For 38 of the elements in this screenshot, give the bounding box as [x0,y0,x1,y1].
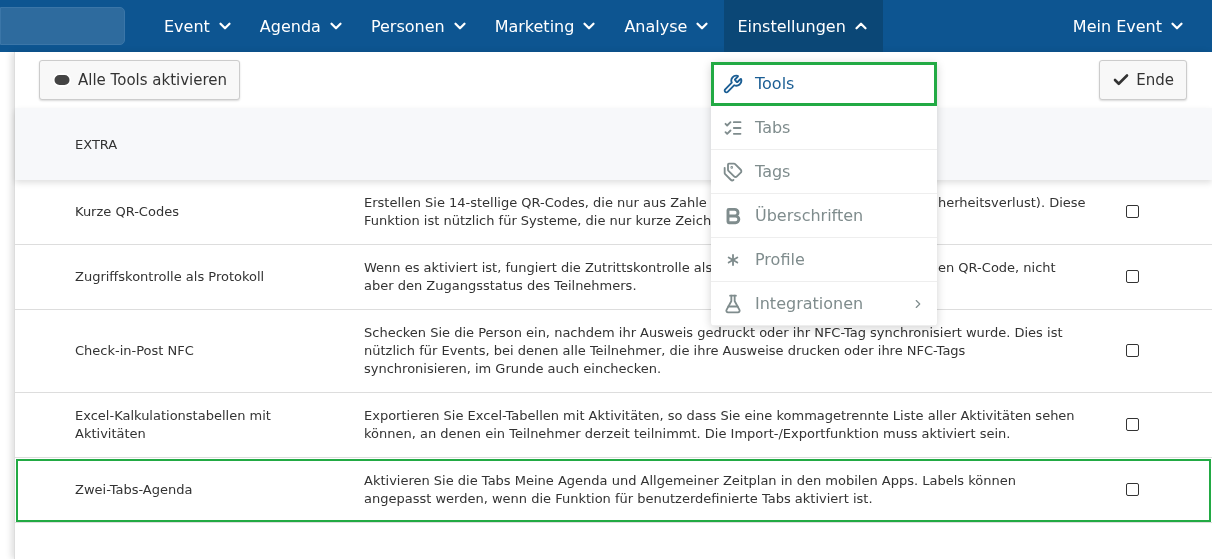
search-field[interactable] [0,7,125,45]
nav-menu[interactable]: Agenda [246,0,358,52]
wrench-icon [723,73,743,94]
checkbox[interactable] [1126,417,1139,431]
menu-item[interactable]: Tools [711,62,937,106]
tool-name: Zugriffskontrolle als Protokoll [74,268,266,286]
nav-menu[interactable]: Event [151,0,247,52]
menu-item[interactable]: Integrationen [711,282,937,326]
menu-item[interactable]: Überschriften [711,194,937,238]
tool-description: en QR-Code, nicht [938,259,1057,277]
menu-item[interactable]: Tabs [711,106,937,150]
tool-description: Funktion ist nützlich für Systeme, die nur kurze Zeich [364,212,712,230]
nav-menu[interactable]: Marketing [481,0,612,52]
tool-description: Exportieren Sie Excel-Tabellen mit Aktivitäten, so dass Sie eine kommagetrennte Liste aller Aktivitäten sehen können, an denen ein Teilnehmer derzeit teilnimmt. Die Import-/Exportfunktion muss aktiviert sein. [364,407,1076,443]
account-menu[interactable]: Mein Event [1059,0,1212,52]
checkbox[interactable] [1126,269,1139,283]
tool-description: Aktivieren Sie die Tabs Meine Agenda und Allgemeiner Zeitplan in den mobilen Apps. Labels können angepasst werden, wenn die Funktion für benutzerdefinierte Tabs aktiviert ist. [364,472,1017,508]
nav-menu[interactable]: Einstellungen [724,0,883,52]
enable-all-button[interactable]: Alle Tools aktivieren [39,60,241,100]
tool-name: Zwei-Tabs-Agenda [74,481,194,499]
tool-description: Wenn es aktiviert ist, fungiert die Zutrittskontrolle als [364,259,712,277]
checkbox[interactable] [1126,482,1139,496]
nav-menu[interactable]: Personen [357,0,482,52]
tags-icon [723,161,743,182]
section-title: EXTRA [75,136,118,152]
tool-name: Check-in-Post NFC [74,342,195,360]
tool-description: herheitsverlust). Diese [938,194,1086,212]
checkbox[interactable] [1126,204,1139,218]
done-button[interactable]: Ende [1099,60,1187,100]
tool-description: Schecken Sie die Person ein, nachdem ihr Ausweis gedruckt oder ihr NFC-Tag synchronisiert wurde. Dies ist nützlich für Events, bei denen alle Teilnehmer, die ihre Ausweise drucken oder ihre NFC-Tags synchronisieren, im Grunde auch einchecken. [364,324,1064,378]
checkbox[interactable] [1126,343,1139,357]
tool-description: aber den Zugangsstatus des Teilnehmers. [364,277,638,295]
tool-name: Excel-Kalkulationstabellen mit Aktivitäten [74,407,272,443]
menu-item[interactable]: Tags [711,150,937,194]
nav-menu[interactable]: Analyse [611,0,725,52]
flask-icon [723,293,743,314]
tool-name: Kurze QR-Codes [74,203,180,221]
tool-description: Erstellen Sie 14-stellige QR-Codes, die nur aus Zahle [364,194,708,212]
